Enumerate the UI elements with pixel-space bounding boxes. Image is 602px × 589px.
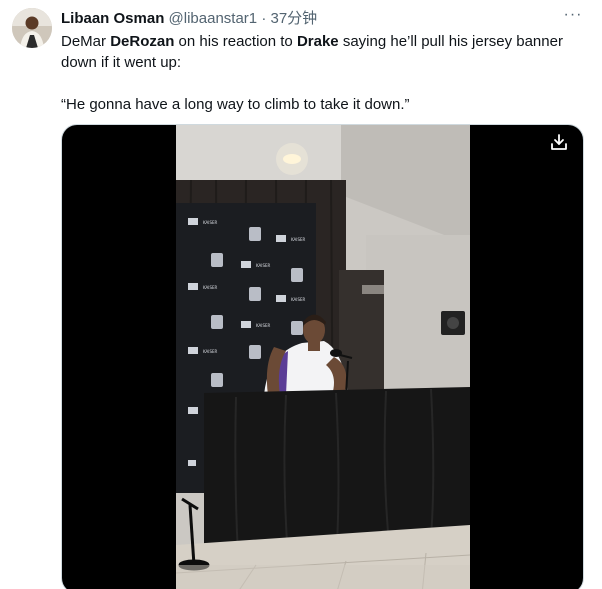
svg-text:KAISER: KAISER	[256, 263, 271, 268]
svg-text:KAISER: KAISER	[291, 297, 306, 302]
tweet-header: Libaan Osman @libaanstar1 · 37分钟	[61, 9, 562, 29]
video-frame[interactable]: KAISER KAISER KAISER KAISER KAISER KAISE…	[176, 125, 470, 589]
avatar-image	[12, 8, 52, 48]
avatar[interactable]	[12, 8, 52, 48]
author-display-name[interactable]: Libaan Osman	[61, 10, 164, 27]
svg-text:KAISER: KAISER	[203, 349, 218, 354]
tweet-text: DeMar DeRozan on his reaction to Drake s…	[61, 31, 591, 115]
mention-drake: Drake	[296, 33, 339, 50]
tweet-quote: “He gonna have a long way to climb to ta…	[61, 96, 410, 113]
text-segment: DeMar	[61, 33, 111, 50]
author-handle[interactable]: @libaanstar1	[169, 10, 258, 27]
video-player[interactable]: KAISER KAISER KAISER KAISER KAISER KAISE…	[61, 124, 584, 589]
tweet-paragraph: DeMar DeRozan on his reaction to Drake s…	[61, 31, 591, 73]
svg-text:KAISER: KAISER	[203, 220, 218, 225]
mention-derozan: DeRozan	[110, 33, 175, 50]
text-segment: on his reaction to	[174, 33, 297, 50]
more-options-icon[interactable]: ···	[562, 7, 584, 28]
svg-text:KAISER: KAISER	[256, 323, 271, 328]
press-conference-image: KAISER KAISER KAISER KAISER KAISER KAISE…	[176, 125, 470, 589]
tweet-timestamp[interactable]: 37分钟	[270, 10, 317, 27]
meta-separator: ·	[261, 10, 267, 27]
svg-text:KAISER: KAISER	[203, 285, 218, 290]
download-icon[interactable]	[549, 132, 569, 152]
svg-text:KAISER: KAISER	[291, 237, 306, 242]
